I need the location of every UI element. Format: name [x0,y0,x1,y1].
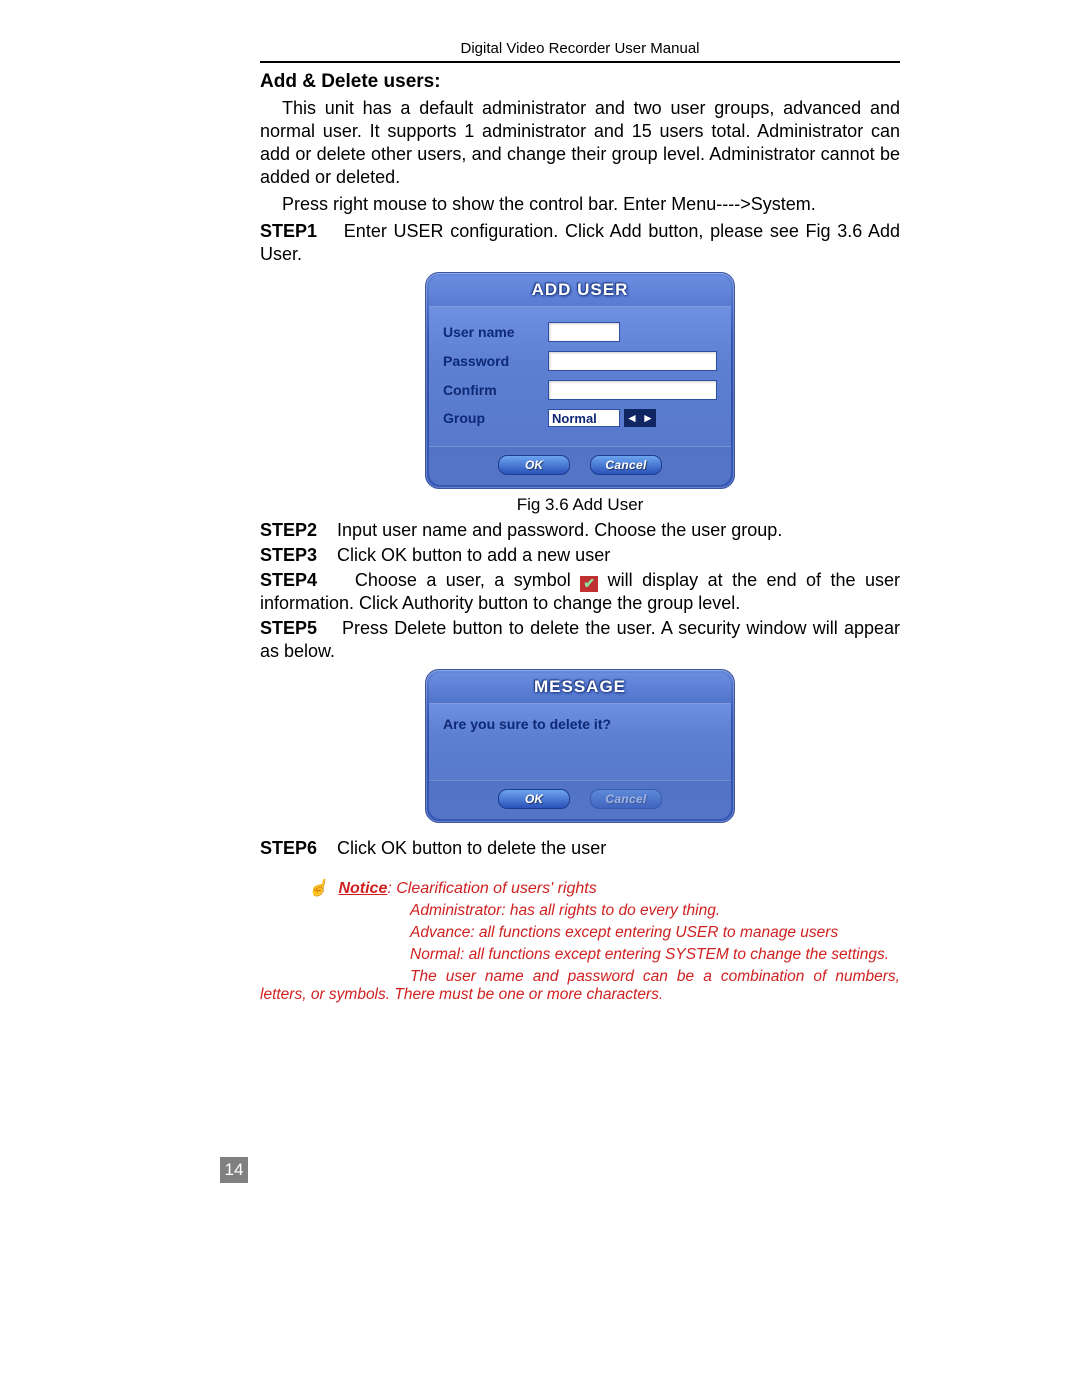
step3-label: STEP3 [260,545,317,565]
confirm-label: Confirm [443,382,548,398]
add-user-title: ADD USER [429,276,731,306]
step1-label: STEP1 [260,221,317,241]
notice-line-2: Advance: all functions except entering U… [410,924,900,942]
adduser-ok-button[interactable]: OK [498,455,570,475]
step2: STEP2 Input user name and password. Choo… [260,519,900,542]
nav-hint: Press right mouse to show the control ba… [260,193,900,216]
intro-paragraph: This unit has a default administrator an… [260,97,900,189]
group-next-button[interactable]: ► [640,409,656,427]
step3: STEP3 Click OK button to add a new user [260,544,900,567]
group-value[interactable]: Normal [548,409,620,427]
step5: STEP5 Press Delete button to delete the … [260,617,900,663]
username-input[interactable] [548,322,620,342]
username-label: User name [443,324,548,340]
hand-icon: ☝ [308,878,334,898]
step4-label: STEP4 [260,570,317,590]
notice-para-text: The user name and password can be a comb… [260,968,900,1003]
adduser-cancel-button[interactable]: Cancel [590,455,662,475]
message-dialog: MESSAGE Are you sure to delete it? OK Ca… [425,669,735,823]
group-label: Group [443,410,548,426]
notice-paragraph: The user name and password can be a comb… [260,968,900,1004]
message-title: MESSAGE [429,673,731,703]
add-user-dialog: ADD USER User name Password Confirm [425,272,735,489]
notice-block: ☝ Notice: Clearification of users' right… [260,878,900,1004]
step5-text: Press Delete button to delete the user. … [260,618,900,661]
step6: STEP6 Click OK button to delete the user [260,837,900,860]
notice-line-3: Normal: all functions except entering SY… [410,946,900,964]
step4: STEP4 Choose a user, a symbol ✔ will dis… [260,569,900,615]
page-number: 14 [220,1157,248,1183]
confirm-input[interactable] [548,380,717,400]
check-icon: ✔ [580,576,598,592]
doc-header: Digital Video Recorder User Manual [260,40,900,63]
notice-head-rest: : Clearification of users' rights [387,880,596,897]
step3-text: Click OK button to add a new user [337,545,610,565]
message-body: Are you sure to delete it? [429,703,731,780]
password-input[interactable] [548,351,717,371]
step6-label: STEP6 [260,838,317,858]
step5-label: STEP5 [260,618,317,638]
step1-text: Enter USER configuration. Click Add butt… [260,221,900,264]
step1: STEP1 Enter USER configuration. Click Ad… [260,220,900,266]
notice-line-1: Administrator: has all rights to do ever… [410,902,900,920]
step4-before: Choose a user, a symbol [355,570,580,590]
notice-label: Notice [338,880,387,897]
group-prev-button[interactable]: ◄ [624,409,640,427]
message-ok-button[interactable]: OK [498,789,570,809]
step2-label: STEP2 [260,520,317,540]
section-title: Add & Delete users: [260,71,900,93]
fig-caption-1: Fig 3.6 Add User [260,495,900,515]
step6-text: Click OK button to delete the user [337,838,606,858]
notice-head: ☝ Notice: Clearification of users' right… [308,878,900,898]
message-cancel-button[interactable]: Cancel [590,789,662,809]
password-label: Password [443,353,548,369]
step2-text: Input user name and password. Choose the… [337,520,782,540]
